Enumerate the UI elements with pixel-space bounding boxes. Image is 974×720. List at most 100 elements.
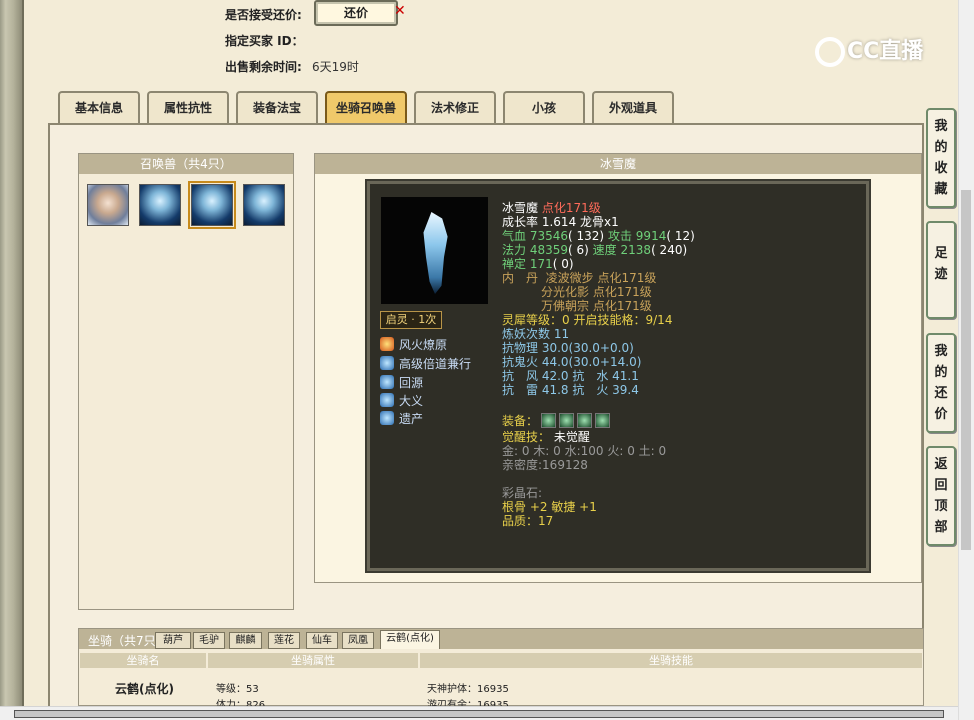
mount-level: 等级：53 — [216, 684, 259, 695]
side-btn-my-offers[interactable]: 我的还价 — [926, 333, 956, 433]
equip-armor-icon[interactable] — [577, 413, 593, 428]
hp-label: 气血 — [502, 229, 527, 243]
lianyao-value: 11 — [553, 327, 570, 341]
resist-line: 抗 雷 41.8 抗 火 39.4 — [502, 383, 639, 397]
dragon-bone: 龙骨x1 — [580, 215, 619, 229]
mount-name: 云鹤(点化) — [115, 682, 174, 696]
side-btn-footprint[interactable]: 足迹 — [926, 221, 956, 319]
mount-tab-active[interactable]: 云鹤(点化) — [380, 630, 440, 649]
mount-tab[interactable]: 麒麟 — [229, 632, 262, 649]
vertical-scroll-thumb[interactable] — [961, 190, 971, 550]
wind-skill-icon — [380, 356, 394, 370]
cc-logo-icon — [815, 37, 845, 67]
neidan-item: 分光化影 点化171级 — [541, 285, 652, 299]
equip-ring-icon[interactable] — [541, 413, 557, 428]
awaken-level-value: 0 — [562, 313, 570, 327]
intimacy-line: 亲密度:169128 — [502, 458, 588, 472]
side-btn-label: 足迹 — [934, 246, 948, 282]
equip-gem-icon[interactable] — [595, 413, 611, 428]
neidan-item: 凌波微步 点化171级 — [545, 271, 657, 285]
tab-mount-summon[interactable]: 坐骑召唤兽 — [325, 91, 407, 125]
skill-item[interactable]: 遗产 — [380, 410, 423, 427]
buyer-id-label: 指定买家 ID： — [225, 34, 304, 48]
lianyao-label: 炼妖次数 — [502, 327, 551, 341]
hp-extra: ( 132) — [568, 229, 605, 243]
summon-thumb-1[interactable] — [87, 184, 129, 226]
skill-label: 大义 — [399, 394, 424, 408]
awaken-level-label: 灵犀等级： — [502, 313, 563, 327]
spd-extra: ( 240) — [651, 243, 688, 257]
summon-name-line: 冰雪魔 点化171级 — [502, 201, 601, 215]
tab-basic-info[interactable]: 基本信息 — [58, 91, 140, 125]
chan-line: 禅定 171( 0) — [502, 257, 574, 271]
mount-tab[interactable]: 凤凰 — [342, 632, 374, 649]
summon-thumb-4[interactable] — [243, 184, 285, 226]
summon-thumb-3-selected[interactable] — [188, 181, 236, 229]
mp-value: 48359 — [529, 243, 569, 257]
side-btn-label: 我的还价 — [934, 344, 948, 422]
hp-atk-line: 气血 73546( 132) 攻击 9914( 12) — [502, 229, 695, 243]
accept-counter-label: 是否接受还价: — [225, 8, 302, 22]
equip-label: 装备： — [502, 414, 539, 428]
awaken-skill-line: 觉醒技： 未觉醒 — [502, 430, 590, 444]
spd-label: 速度 — [592, 243, 617, 257]
tab-appearance[interactable]: 外观道具 — [592, 91, 674, 125]
quality-line: 品质：17 — [502, 514, 554, 528]
skill-label: 高级倍道兼行 — [399, 357, 472, 371]
col-mount-skill: 坐骑技能 — [420, 653, 922, 668]
mp-label: 法力 — [502, 243, 527, 257]
chan-label: 禅定 — [502, 257, 527, 271]
mount-tab[interactable]: 莲花 — [268, 632, 300, 649]
chan-extra: ( 0) — [552, 257, 574, 271]
summon-detail-header: 冰雪魔 — [315, 154, 921, 174]
gem-skill-icon — [380, 411, 394, 425]
skill-item[interactable]: 回源 — [380, 374, 423, 391]
time-left-value: 6天19时 — [312, 60, 359, 74]
left-frame-border — [0, 0, 22, 720]
skill-label: 风火燎原 — [399, 338, 448, 352]
tab-child[interactable]: 小孩 — [503, 91, 585, 125]
ice-demon-image — [423, 212, 448, 294]
mp-extra: ( 6) — [568, 243, 589, 257]
skill-label: 遗产 — [399, 412, 424, 426]
summon-portrait — [381, 197, 488, 304]
watermark-text: CC直播 — [847, 39, 924, 64]
crystal-value: 根骨 +2 敏捷 +1 — [502, 500, 597, 514]
qiling-badge: 启灵 · 1次 — [380, 311, 442, 329]
awaken-line: 灵犀等级：0 开启技能格：9/14 — [502, 313, 672, 327]
spd-value: 2138 — [620, 243, 652, 257]
left-frame-line — [22, 0, 24, 720]
skill-label: 回源 — [399, 376, 424, 390]
resist-line: 抗 风 42.0 抗 水 41.1 — [502, 369, 639, 383]
mount-tab[interactable]: 仙车 — [306, 632, 338, 649]
tab-equipment[interactable]: 装备法宝 — [236, 91, 318, 125]
equip-staff-icon[interactable] — [559, 413, 575, 428]
tab-attributes[interactable]: 属性抗性 — [147, 91, 229, 125]
crystal-label: 彩晶石: — [502, 486, 543, 500]
counter-offer-button[interactable]: 还价 — [314, 0, 398, 26]
close-x-icon: ✕ — [394, 3, 406, 19]
mount-tab[interactable]: 毛驴 — [193, 632, 225, 649]
open-skill-label: 开启技能格： — [573, 313, 646, 327]
skill-item[interactable]: 大义 — [380, 392, 423, 409]
side-btn-favorites[interactable]: 我的收藏 — [926, 108, 956, 208]
elements-line: 金: 0 木: 0 水:100 火: 0 土: 0 — [502, 444, 667, 458]
hp-value: 73546 — [529, 229, 569, 243]
side-btn-back-to-top[interactable]: 返回顶部 — [926, 446, 956, 546]
side-btn-label: 返回顶部 — [934, 457, 948, 535]
mount-tab[interactable]: 葫芦 — [155, 632, 191, 649]
skill-item[interactable]: 风火燎原 — [380, 336, 447, 353]
skill-item[interactable]: 高级倍道兼行 — [380, 355, 471, 372]
resist-line: 抗物理 30.0(30.0+0.0) — [502, 341, 634, 355]
resist-line: 抗鬼火 44.0(30.0+14.0) — [502, 355, 642, 369]
tab-spell-mod[interactable]: 法术修正 — [414, 91, 496, 125]
mount-skill-1: 天神护体：16935 — [427, 684, 509, 695]
horizontal-scrollbar[interactable] — [0, 706, 958, 720]
summon-thumb-2[interactable] — [139, 184, 181, 226]
growth-value: 1.614 — [541, 215, 577, 229]
mp-spd-line: 法力 48359( 6) 速度 2138( 240) — [502, 243, 687, 257]
growth-label: 成长率 — [502, 215, 539, 229]
atk-extra: ( 12) — [666, 229, 695, 243]
horizontal-scroll-thumb[interactable] — [14, 710, 944, 718]
orb-skill-icon — [380, 375, 394, 389]
